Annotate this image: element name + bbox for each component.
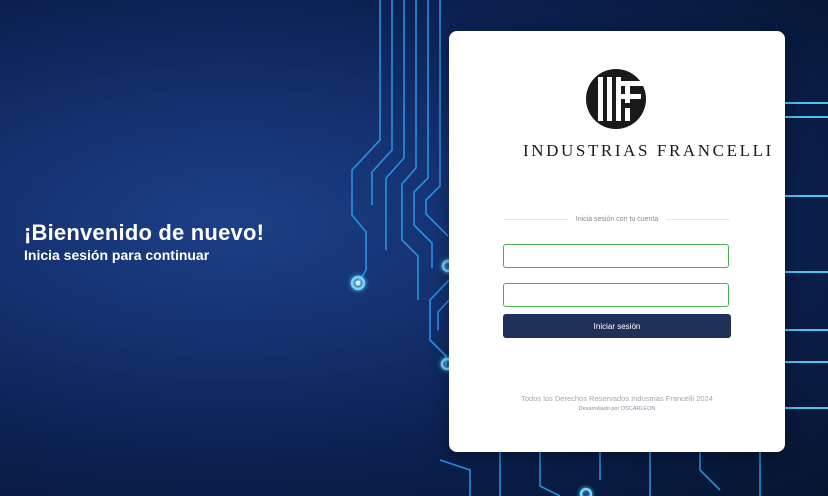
welcome-section: ¡Bienvenido de nuevo! Inicia sesión para…: [24, 220, 264, 264]
login-button[interactable]: Iniciar sesión: [503, 314, 731, 338]
welcome-subtitle: Inicia sesión para continuar: [24, 247, 210, 263]
username-input[interactable]: [503, 244, 729, 268]
copyright-text: Todos los Derechos Reservados Industrias…: [521, 394, 713, 403]
developer-credit: Desarrollado por OSCARLEON: [578, 406, 656, 412]
if-monogram-logo-icon: [586, 69, 646, 129]
login-section-label: Inicia sesión con tu cuenta: [575, 215, 659, 223]
login-card: INDUSTRIAS FRANCELLI Inicia sesión con t…: [449, 31, 785, 452]
divider-line-right: [666, 218, 730, 220]
brand-name: INDUSTRIAS FRANCELLI: [523, 141, 774, 160]
password-input[interactable]: [503, 283, 729, 307]
welcome-title: ¡Bienvenido de nuevo!: [24, 220, 265, 245]
login-divider: Inicia sesión con tu cuenta: [504, 213, 730, 225]
divider-line-left: [504, 218, 568, 220]
